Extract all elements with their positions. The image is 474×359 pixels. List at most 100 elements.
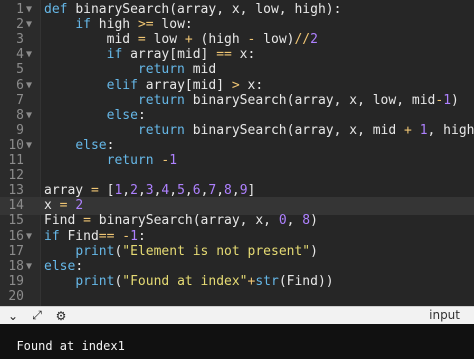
code-editor[interactable]: 1 ▼ def binarySearch(array, x, low, high):… <box>0 0 474 306</box>
code-token: : <box>137 228 146 244</box>
input-tab[interactable]: input <box>429 308 460 322</box>
code-token: + <box>404 122 412 138</box>
code-token: ) <box>310 243 318 259</box>
code-token: if <box>106 47 131 63</box>
code-token: // <box>294 32 311 48</box>
code-token: return <box>137 122 193 138</box>
output-console: Found at index1 <box>0 324 474 359</box>
code-token: return <box>137 92 193 108</box>
code-token: , <box>137 183 146 199</box>
code-token: 1 <box>130 228 138 244</box>
code-token: [ <box>98 183 115 199</box>
code-token: 2 <box>75 198 84 214</box>
code-token: return <box>106 153 162 168</box>
code-token: , <box>286 213 303 229</box>
code-token: 1 <box>419 122 428 138</box>
code-token: if <box>75 17 99 33</box>
code-token: , <box>231 183 240 199</box>
code-token: Find <box>44 213 84 229</box>
code-token: return <box>137 62 193 78</box>
code-token: , <box>216 183 225 199</box>
code-token: 5 <box>177 183 185 199</box>
code-token: binarySearch(array, x, mid <box>192 122 405 138</box>
expand-icon[interactable]: ⤢ <box>28 308 46 323</box>
line-number: 20 <box>8 288 24 304</box>
code-token: == <box>216 47 232 63</box>
code-token: else <box>44 258 76 274</box>
code-token: array[mid] <box>145 77 232 93</box>
code-token: 3 <box>145 183 154 199</box>
code-token: low <box>145 32 185 48</box>
code-token: , <box>184 183 193 199</box>
code-token: binarySearch(array, x, low, mid <box>192 92 436 108</box>
code-token: == <box>98 228 115 244</box>
code-token: if <box>44 228 68 244</box>
code-token: 6 <box>192 183 201 199</box>
code-token: low: <box>153 17 193 33</box>
code-token: 2 <box>130 183 138 199</box>
code-token: : <box>137 107 146 123</box>
code-token: else <box>75 137 107 153</box>
code-line[interactable]: 20 <box>0 288 474 306</box>
stdin-settings-icon[interactable]: ⚙ <box>52 308 70 323</box>
code-token: x: <box>231 47 256 63</box>
code-token: (high <box>192 32 248 48</box>
code-token: 8 <box>224 183 232 199</box>
code-token: , high) <box>427 122 474 138</box>
code-token: - <box>122 228 131 244</box>
chevron-down-icon[interactable]: ⌄ <box>4 308 22 323</box>
code-token: ) <box>310 213 318 229</box>
code-token: = <box>83 213 91 229</box>
code-token: high <box>98 17 138 33</box>
code-token: 2 <box>310 32 318 48</box>
code-token: elif <box>106 77 146 93</box>
code-token: 1 <box>443 92 452 108</box>
code-token: print <box>75 273 115 289</box>
code-token: , <box>169 183 178 199</box>
code-token: (Find)) <box>278 273 334 289</box>
code-token: x: <box>239 77 264 93</box>
code-token: 1 <box>169 153 178 168</box>
code-token: "Element is not present" <box>122 243 311 259</box>
code-token: >= <box>137 17 154 33</box>
code-token: 8 <box>302 213 311 229</box>
code-token: mid <box>44 32 138 48</box>
code-token: Find <box>67 228 99 244</box>
code-token: ] <box>247 183 256 199</box>
code-token: - <box>435 92 444 108</box>
code-token: binarySearch(array, x, low, high): <box>75 2 342 17</box>
output-text: Found at index1 <box>16 339 125 353</box>
code-token: = <box>90 183 99 199</box>
code-token: array[mid] <box>130 47 217 63</box>
code-token: str <box>255 273 279 289</box>
code-token: "Found at index" <box>122 273 248 289</box>
output-toolbar: ⌄ ⤢ ⚙ input <box>0 306 474 324</box>
code-token: + <box>184 32 193 48</box>
code-token: print <box>75 243 115 259</box>
code-token: , <box>122 183 131 199</box>
code-token: : <box>106 137 115 153</box>
code-token: else <box>106 107 138 123</box>
code-token: low) <box>255 32 295 48</box>
code-token: ) <box>451 92 459 108</box>
code-token: > <box>231 77 240 93</box>
code-token: mid <box>192 62 217 78</box>
code-token: 0 <box>278 213 287 229</box>
code-token: = <box>137 32 146 48</box>
code-token: def <box>44 2 76 17</box>
code-token: : <box>75 258 84 274</box>
code-token: binarySearch(array, x, <box>90 213 279 229</box>
code-token: 9 <box>239 183 248 199</box>
